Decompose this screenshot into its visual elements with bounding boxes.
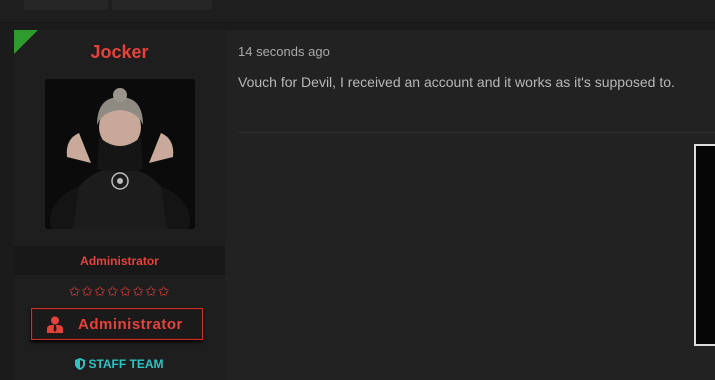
post-container: Jocker Administrator ✩✩✩✩✩✩✩✩ Administra… xyxy=(14,30,715,380)
user-title: Administrator xyxy=(80,254,159,268)
rank-stars: ✩✩✩✩✩✩✩✩ xyxy=(68,283,171,299)
post-message: Vouch for Devil, I received an account a… xyxy=(238,74,675,90)
user-info-panel: Jocker Administrator ✩✩✩✩✩✩✩✩ Administra… xyxy=(14,30,225,380)
role-banner: Administrator xyxy=(31,308,203,340)
post-divider xyxy=(238,132,715,133)
top-bar xyxy=(0,0,715,23)
shield-icon xyxy=(75,358,86,370)
username[interactable]: Jocker xyxy=(14,42,225,63)
avatar[interactable] xyxy=(45,79,195,229)
staff-team-badge: STAFF TEAM xyxy=(14,357,225,371)
staff-team-label: STAFF TEAM xyxy=(88,357,164,371)
top-tab[interactable] xyxy=(112,0,212,10)
avatar-image xyxy=(45,79,195,229)
top-tab[interactable] xyxy=(24,0,108,10)
user-title-bar: Administrator xyxy=(14,246,225,275)
role-banner-label: Administrator xyxy=(78,316,183,333)
user-icon xyxy=(47,316,63,338)
post-date[interactable]: 14 seconds ago xyxy=(238,44,330,59)
embedded-media[interactable] xyxy=(694,144,715,346)
